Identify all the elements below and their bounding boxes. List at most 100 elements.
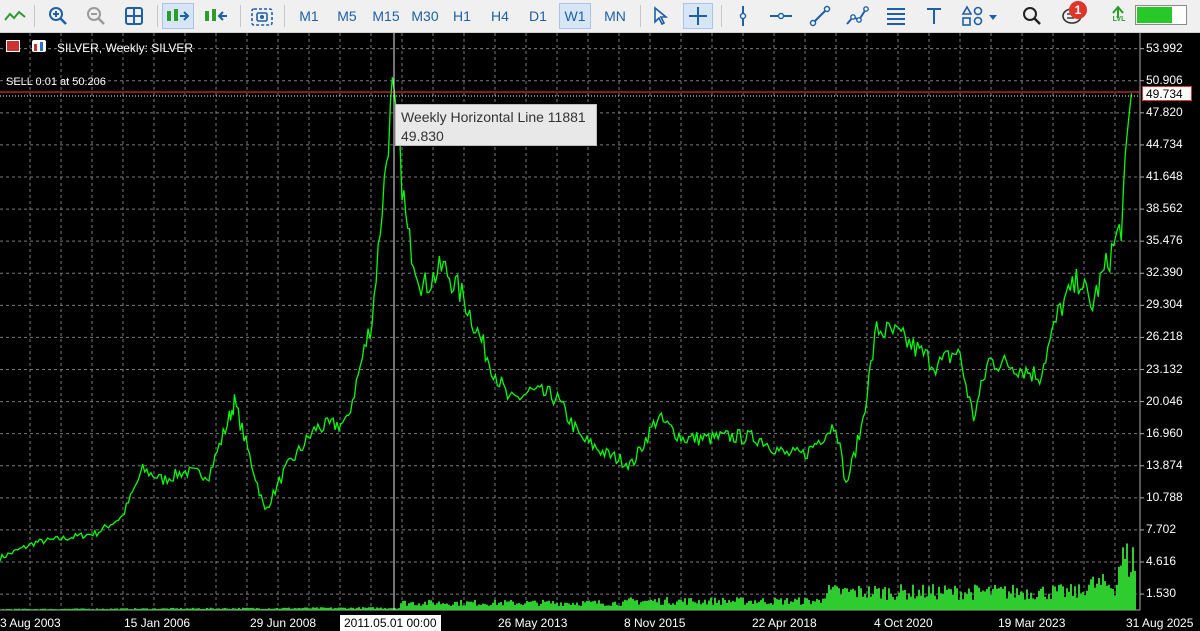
volume-bar (870, 596, 872, 610)
grid-icon[interactable] (120, 3, 148, 29)
volume-bar (602, 603, 604, 610)
volume-bar (1078, 584, 1080, 610)
volume-bar (174, 608, 176, 610)
volume-bar (620, 605, 622, 610)
volume-bar (616, 604, 618, 610)
volume-bar (612, 602, 614, 610)
volume-bar (188, 608, 190, 610)
volume-bar (1118, 566, 1120, 610)
volume-bar (856, 597, 858, 610)
shapes-icon[interactable] (957, 3, 1003, 29)
volume-bar (468, 601, 470, 610)
timeframe-h1[interactable]: H1 (447, 3, 477, 29)
volume-bar (256, 608, 258, 610)
volume-bar (680, 600, 682, 610)
cursor-icon[interactable] (647, 3, 675, 29)
volume-bar (784, 600, 786, 610)
volume-bar (366, 607, 368, 610)
trade-label[interactable]: SELL 0.01 at 50.206 (6, 76, 106, 88)
x-tick-label: 22 Apr 2018 (752, 616, 817, 630)
volume-bar (1072, 595, 1074, 610)
volume-bar (776, 599, 778, 610)
volume-bar (432, 602, 434, 610)
autoscroll-icon[interactable] (162, 3, 194, 29)
volume-bar (530, 601, 532, 610)
timeframe-m5[interactable]: M5 (331, 3, 363, 29)
volume-bar (378, 608, 380, 610)
volume-bar (104, 609, 106, 610)
timeframe-m30[interactable]: M30 (407, 3, 443, 29)
volume-bar (996, 588, 998, 610)
volume-bar (836, 586, 838, 610)
vertical-line-icon[interactable] (730, 3, 756, 29)
timeframe-m1[interactable]: M1 (293, 3, 325, 29)
volume-bar (1080, 593, 1082, 610)
volume-bar (1024, 599, 1026, 610)
volume-bar (402, 600, 404, 610)
timeframe-m15[interactable]: M15 (369, 3, 403, 29)
zoom-in-icon[interactable] (44, 3, 72, 29)
price-chart[interactable] (0, 33, 1200, 630)
volume-bar (986, 589, 988, 610)
volume-bar (666, 597, 668, 610)
volume-bar (150, 609, 152, 610)
volume-bar (742, 597, 744, 610)
volume-bar (978, 587, 980, 610)
volume-bar (584, 602, 586, 610)
timeframe-w1[interactable]: W1 (559, 3, 591, 29)
current-price-tag: 49.734 (1142, 86, 1192, 101)
volume-bar (466, 601, 468, 610)
line-chart-icon[interactable] (2, 3, 28, 29)
volume-bar (782, 604, 784, 610)
volume-bar (180, 608, 182, 610)
volume-bar (30, 609, 32, 610)
trendline-icon[interactable] (805, 3, 835, 29)
y-tick-label: 1.530 (1146, 586, 1177, 601)
volume-bar (494, 599, 496, 610)
channel-icon[interactable] (842, 3, 872, 29)
volume-bar (770, 603, 772, 610)
volume-bar (462, 605, 464, 610)
notifications-badge: 1 (1069, 1, 1087, 19)
volume-bar (400, 603, 402, 610)
volume-bar (322, 607, 324, 610)
fibonacci-icon[interactable] (881, 3, 911, 29)
x-tick-label: 31 Aug 2025 (1126, 616, 1194, 630)
volume-bar (324, 607, 326, 610)
text-icon[interactable] (920, 3, 948, 29)
timeframe-d1[interactable]: D1 (523, 3, 553, 29)
volume-bar (952, 594, 954, 610)
volume-bar (408, 603, 410, 610)
x-tick-label: 15 Jan 2006 (124, 616, 191, 630)
crosshair-icon[interactable] (683, 3, 713, 29)
volume-bar (1092, 576, 1094, 610)
volume-bar (298, 608, 300, 610)
volume-bar (716, 603, 718, 610)
y-tick-label: 13.874 (1146, 457, 1183, 472)
horizontal-line-icon[interactable] (766, 3, 796, 29)
volume-bar (964, 592, 966, 610)
timeframe-h4[interactable]: H4 (485, 3, 515, 29)
zoom-out-icon[interactable] (82, 3, 110, 29)
volume-bar (154, 608, 156, 610)
volume-bar (1068, 591, 1070, 610)
volume-bar (140, 608, 142, 610)
chart-shift-icon[interactable] (200, 3, 232, 29)
volume-bar (236, 608, 238, 610)
volume-bar (320, 607, 322, 610)
volume-bar (230, 608, 232, 610)
search-icon[interactable] (1017, 3, 1047, 29)
screenshot-icon[interactable] (248, 3, 276, 29)
volume-bar (360, 608, 362, 610)
volume-bar (334, 608, 336, 610)
volume-bar (932, 584, 934, 610)
volume-bar (492, 602, 494, 610)
timeframe-mn[interactable]: MN (598, 3, 632, 29)
volume-bar (744, 604, 746, 610)
volume-bar (544, 601, 546, 610)
volume-bar (844, 587, 846, 610)
volume-bar (908, 593, 910, 610)
volume-bar (486, 604, 488, 610)
volume-bar (1120, 565, 1122, 610)
volume-bar (370, 607, 372, 610)
